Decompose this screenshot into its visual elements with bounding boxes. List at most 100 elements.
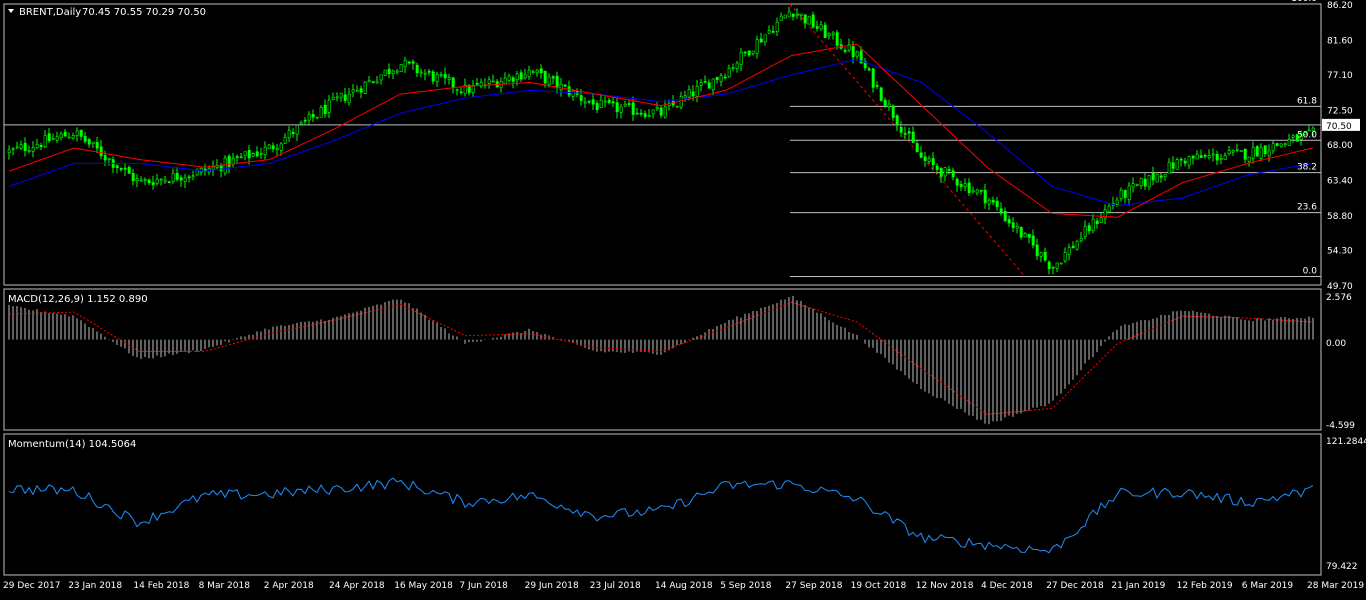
date-axis-label: 23 Jan 2018 — [68, 581, 122, 591]
candle-body — [1147, 175, 1151, 188]
candle-body — [235, 156, 239, 158]
candle-body — [955, 178, 959, 186]
candle-body — [1007, 219, 1011, 224]
candle-body — [1239, 150, 1243, 152]
candle-body — [407, 61, 411, 64]
chart-canvas[interactable]: BRENT,Daily 70.45 70.55 70.29 70.50 MACD… — [0, 0, 1366, 595]
candle-body — [375, 81, 379, 84]
candle-body — [807, 16, 811, 25]
candle-body — [515, 73, 519, 80]
candle-body — [439, 74, 443, 76]
candle-body — [179, 177, 183, 181]
candle-body — [975, 189, 979, 194]
candle-body — [1179, 158, 1183, 161]
candle-body — [651, 109, 655, 115]
candle-body — [267, 144, 271, 149]
candle-body — [879, 87, 883, 101]
candle-body — [1055, 262, 1059, 269]
candle-body — [387, 68, 391, 74]
candle-body — [619, 106, 623, 113]
candle-body — [351, 89, 355, 93]
date-axis-label: 27 Dec 2018 — [1046, 581, 1104, 591]
candle-body — [1283, 143, 1287, 146]
chart-window[interactable]: BRENT,Daily 70.45 70.55 70.29 70.50 MACD… — [0, 0, 1366, 595]
candle-body — [311, 114, 315, 118]
candle-body — [55, 136, 59, 141]
date-axis-label: 16 May 2018 — [394, 581, 453, 591]
macd-signal-line — [8, 301, 1314, 415]
candle-body — [611, 101, 615, 104]
candle-body — [675, 105, 679, 108]
candle-body — [799, 13, 803, 16]
momentum-pane[interactable] — [3, 433, 1322, 576]
date-axis-label: 28 Mar 2019 — [1307, 581, 1364, 591]
candle-body — [1171, 162, 1175, 169]
candle-body — [567, 86, 571, 96]
candle-body — [359, 88, 363, 93]
moving-average-fast-line — [8, 43, 1314, 218]
candle-body — [539, 68, 543, 74]
candle-body — [27, 150, 31, 152]
macd-pane[interactable] — [3, 288, 1322, 431]
candle-body — [739, 51, 743, 65]
candle-body — [1195, 154, 1199, 160]
price-axis-label: 54.30 — [1327, 247, 1353, 257]
candle-body — [335, 96, 339, 99]
candle-body — [563, 84, 567, 87]
candle-body — [775, 21, 779, 32]
candle-body — [767, 30, 771, 34]
date-axis-label: 7 Jun 2018 — [459, 581, 508, 591]
candle-body — [127, 167, 131, 174]
candle-body — [623, 103, 627, 107]
candle-body — [827, 33, 831, 37]
main-chart-pane[interactable] — [3, 3, 1322, 286]
candle-body — [763, 34, 767, 43]
candle-body — [123, 167, 127, 170]
candle-body — [7, 149, 11, 154]
fibonacci-level-label: 0.0 — [1303, 267, 1318, 277]
candle-body — [1251, 147, 1255, 159]
candle-body — [151, 182, 155, 186]
candle-body — [547, 76, 551, 85]
date-axis-label: 4 Dec 2018 — [981, 581, 1033, 591]
candle-body — [603, 100, 607, 103]
candle-body — [811, 14, 815, 28]
candle-body — [383, 69, 387, 76]
candle-body — [947, 169, 951, 171]
candle-body — [1063, 252, 1067, 262]
candle-body — [527, 69, 531, 77]
candle-body — [1071, 245, 1075, 249]
candle-body — [143, 179, 147, 181]
candle-body — [571, 90, 575, 97]
candle-body — [1287, 139, 1291, 146]
candle-body — [67, 136, 71, 139]
candle-body — [679, 96, 683, 108]
candle-body — [1275, 143, 1279, 146]
candle-body — [895, 115, 899, 126]
symbol-dropdown-icon[interactable] — [8, 9, 14, 13]
candle-body — [1059, 262, 1063, 265]
candle-body — [663, 106, 667, 118]
candle-body — [1231, 150, 1235, 153]
candle-body — [1035, 244, 1039, 257]
candle-body — [1267, 150, 1271, 157]
candle-body — [931, 158, 935, 165]
candle-body — [855, 51, 859, 57]
candle-body — [183, 177, 187, 182]
candle-body — [403, 60, 407, 67]
candle-body — [943, 167, 947, 177]
moving-average-slow-line — [8, 58, 1314, 207]
candle-body — [723, 76, 727, 79]
candle-body — [735, 62, 739, 69]
price-axis-label: 68.00 — [1327, 141, 1353, 151]
candle-body — [927, 158, 931, 162]
candle-body — [363, 81, 367, 94]
date-axis-label: 21 Jan 2019 — [1111, 581, 1165, 591]
date-axis-label: 19 Oct 2018 — [851, 581, 907, 591]
candle-body — [91, 141, 95, 144]
candle-body — [1087, 225, 1091, 232]
price-axis-label: 77.10 — [1327, 71, 1353, 81]
candle-body — [35, 144, 39, 149]
candle-body — [1163, 174, 1167, 177]
candle-body — [291, 132, 295, 135]
